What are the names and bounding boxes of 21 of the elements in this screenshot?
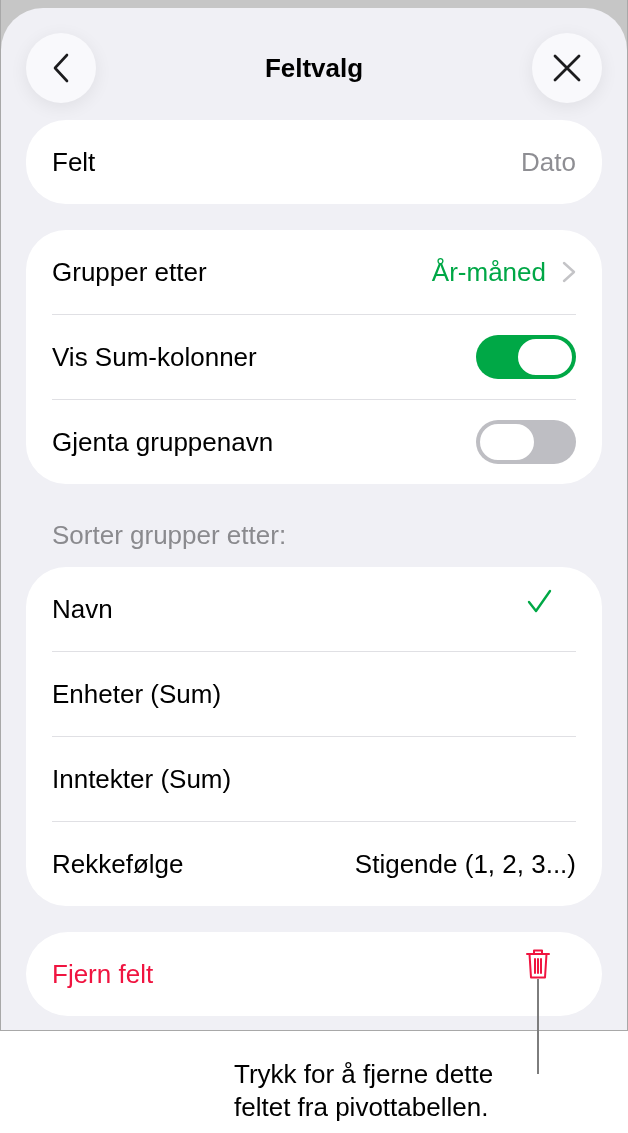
field-label: Felt <box>52 146 96 178</box>
sheet-title: Feltvalg <box>264 52 364 84</box>
setting-label: Vis Sum-kolonner <box>52 341 257 373</box>
callout-text: Trykk for å fjerne dette feltet fra pivottabellen. <box>234 1058 495 1124</box>
remove-field-button[interactable]: Fjern felt <box>26 932 602 1016</box>
order-label: Rekkefølge <box>52 848 184 880</box>
sort-option[interactable]: Enheter (Sum) <box>26 652 602 736</box>
back-icon <box>53 53 69 83</box>
chevron-right-icon <box>562 261 576 283</box>
check-icon <box>527 589 552 613</box>
sort-option[interactable]: Navn <box>26 567 602 651</box>
field-value: Dato <box>521 146 576 178</box>
section-heading: Sorter grupper etter: <box>52 521 287 549</box>
order-value[interactable]: Stigende (1, 2, 3...) <box>354 848 576 880</box>
setting-label: Gjenta gruppenavn <box>52 426 274 458</box>
sort-option[interactable]: Inntekter (Sum) <box>26 737 602 821</box>
trash-icon <box>526 949 550 979</box>
toggle-switch[interactable] <box>476 335 576 379</box>
close-icon <box>553 54 581 82</box>
toggle-switch[interactable] <box>476 420 576 464</box>
setting-label: Grupper etter <box>52 256 207 288</box>
